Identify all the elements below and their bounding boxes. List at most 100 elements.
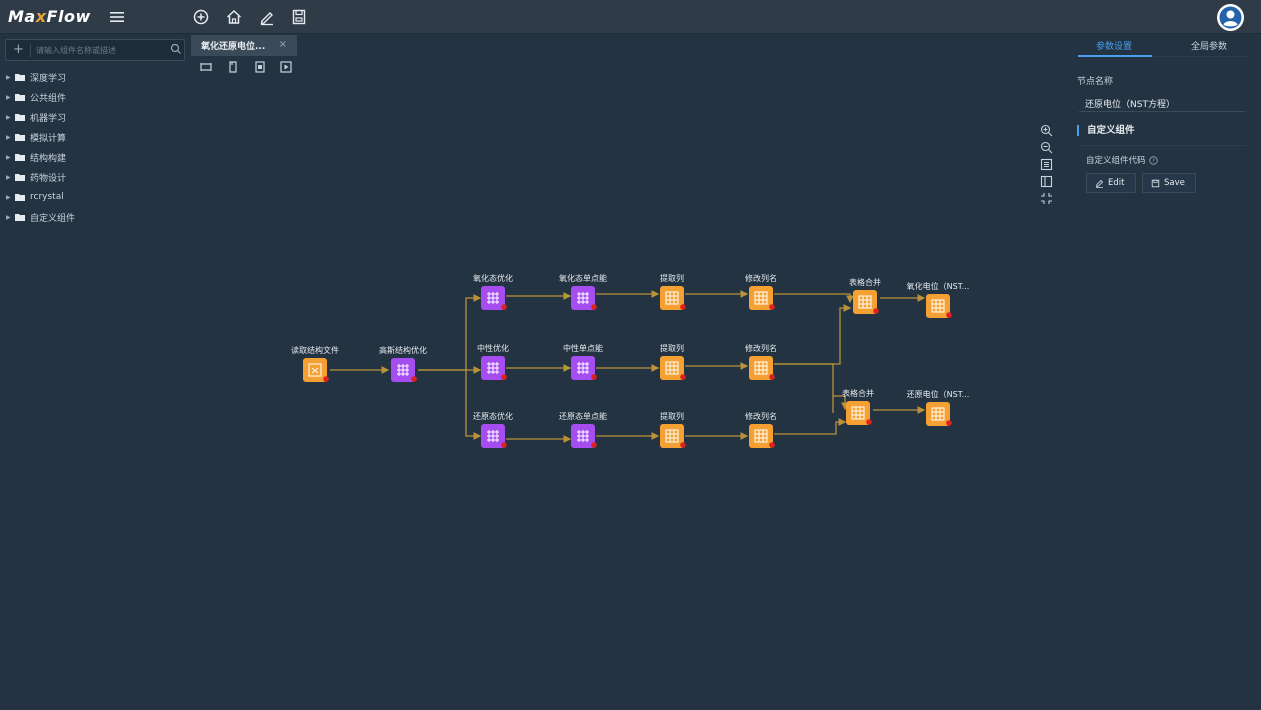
output-port[interactable]: [873, 308, 879, 314]
flow-node-label: 读取结构文件: [291, 345, 339, 355]
output-port[interactable]: [591, 304, 597, 310]
edit-icon[interactable]: [258, 8, 276, 26]
caret-right-icon[interactable]: ▶: [6, 194, 14, 201]
flow-node[interactable]: 表格合并: [842, 388, 874, 425]
app-logo[interactable]: MaxFlow: [8, 7, 91, 26]
caret-right-icon[interactable]: ▶: [6, 174, 14, 181]
output-port[interactable]: [591, 442, 597, 448]
flow-node[interactable]: 表格合并: [849, 277, 881, 314]
layout-icon[interactable]: [1040, 175, 1053, 188]
tree-item-simulation[interactable]: ▶ 模拟计算: [6, 127, 186, 147]
flow-node[interactable]: 修改列名: [745, 273, 777, 310]
output-port[interactable]: [769, 442, 775, 448]
flow-node-label: 提取列: [660, 411, 684, 421]
flow-node[interactable]: 还原电位（NST...: [907, 389, 970, 426]
flow-node[interactable]: 还原态优化: [473, 411, 513, 448]
properties-panel: 参数设置 全局参数 节点名称 还原电位（NST方程） 自定义组件 自定义组件代码…: [1070, 34, 1255, 710]
save-icon: [1151, 179, 1160, 187]
add-circle-icon[interactable]: [192, 8, 210, 26]
tab-global-params[interactable]: 全局参数: [1191, 39, 1227, 52]
tree-item-drug-design[interactable]: ▶ 药物设计: [6, 167, 186, 187]
output-port[interactable]: [411, 376, 417, 382]
close-icon[interactable]: ×: [279, 39, 287, 50]
flow-node[interactable]: 修改列名: [745, 411, 777, 448]
edit-button[interactable]: Edit: [1086, 173, 1136, 193]
caret-right-icon[interactable]: ▶: [6, 154, 14, 161]
copy-icon[interactable]: [226, 60, 240, 74]
flow-canvas[interactable]: 读取结构文件 高斯结构优化 氧化态优化中性优化还原态优化 氧化态单点能中性单点能还原态…: [190, 76, 1070, 710]
collapse-icon[interactable]: [1040, 192, 1053, 205]
caret-right-icon[interactable]: ▶: [6, 214, 14, 221]
caret-right-icon[interactable]: ▶: [6, 94, 14, 101]
flow-node[interactable]: 中性单点能: [563, 343, 603, 380]
tab-params[interactable]: 参数设置: [1096, 39, 1132, 52]
caret-right-icon[interactable]: ▶: [6, 74, 14, 81]
tree-item-label: 模拟计算: [30, 133, 67, 144]
flow-node[interactable]: 还原态单点能: [559, 411, 607, 448]
home-icon[interactable]: [225, 8, 243, 26]
flow-node-label: 高斯结构优化: [379, 345, 427, 355]
tree-item-structure[interactable]: ▶ 结构构建: [6, 147, 186, 167]
tab-label: 氧化还原电位...: [201, 42, 266, 52]
menu-icon[interactable]: [108, 8, 126, 26]
output-port[interactable]: [501, 442, 507, 448]
output-port[interactable]: [866, 419, 872, 425]
flow-node[interactable]: 提取列: [660, 273, 686, 310]
output-port[interactable]: [591, 374, 597, 380]
tab-workflow[interactable]: 氧化还原电位... ×: [191, 35, 297, 56]
tree-item-label: rcrystal: [30, 192, 64, 202]
user-avatar[interactable]: [1217, 4, 1244, 31]
search-input[interactable]: [36, 42, 164, 58]
tree-item-deep-learning[interactable]: ▶ 深度学习: [6, 67, 186, 87]
output-port[interactable]: [769, 374, 775, 380]
zoom-out-icon[interactable]: [1040, 141, 1053, 154]
output-port[interactable]: [769, 304, 775, 310]
help-icon[interactable]: ?: [1148, 155, 1158, 165]
flow-node-label: 中性单点能: [563, 343, 603, 353]
output-port[interactable]: [501, 304, 507, 310]
frame-select-icon[interactable]: [199, 60, 213, 74]
zoom-in-icon[interactable]: [1040, 124, 1053, 137]
save-button[interactable]: Save: [1142, 173, 1196, 193]
search-icon[interactable]: [170, 43, 182, 55]
caret-right-icon[interactable]: ▶: [6, 114, 14, 121]
flow-node-label: 提取列: [660, 343, 684, 353]
folder-icon: [15, 213, 25, 221]
output-port[interactable]: [946, 420, 952, 426]
tree-item-machine-learning[interactable]: ▶ 机器学习: [6, 107, 186, 127]
output-port[interactable]: [501, 374, 507, 380]
folder-icon: [15, 173, 25, 181]
paste-icon[interactable]: [253, 60, 267, 74]
flow-node[interactable]: 提取列: [660, 411, 686, 448]
save-file-icon[interactable]: [290, 8, 308, 26]
tree-item-custom[interactable]: ▶ 自定义组件: [6, 207, 186, 227]
node-name-field[interactable]: 还原电位（NST方程）: [1079, 91, 1245, 112]
tree-item-common[interactable]: ▶ 公共组件: [6, 87, 186, 107]
flow-node-label: 表格合并: [849, 277, 881, 287]
flow-node[interactable]: 中性优化: [477, 343, 509, 380]
active-tab-indicator: [1078, 55, 1152, 57]
caret-right-icon[interactable]: ▶: [6, 134, 14, 141]
flow-diagram[interactable]: 读取结构文件 高斯结构优化 氧化态优化中性优化还原态优化 氧化态单点能中性单点能还原态…: [190, 76, 1070, 710]
flow-node[interactable]: 氧化态单点能: [559, 273, 607, 310]
flow-node[interactable]: 高斯结构优化: [379, 345, 427, 382]
flow-node[interactable]: 读取结构文件: [291, 345, 339, 382]
tree-item-label: 深度学习: [30, 73, 67, 84]
folder-icon: [15, 73, 25, 81]
output-port[interactable]: [323, 376, 329, 382]
flow-node[interactable]: 氧化电位（NST...: [907, 281, 970, 318]
run-icon[interactable]: [279, 60, 293, 74]
fit-view-icon[interactable]: [1040, 158, 1053, 171]
output-port[interactable]: [946, 312, 952, 318]
flow-node[interactable]: 修改列名: [745, 343, 777, 380]
component-tree: ▶ 深度学习 ▶ 公共组件 ▶ 机器学习 ▶ 模拟计算 ▶ 结构构建 ▶ 药物设…: [6, 67, 186, 227]
output-port[interactable]: [680, 374, 686, 380]
flow-node[interactable]: 氧化态优化: [473, 273, 513, 310]
custom-code-text: 自定义组件代码: [1086, 156, 1146, 166]
flow-node[interactable]: 提取列: [660, 343, 686, 380]
flow-nodes[interactable]: 读取结构文件 高斯结构优化 氧化态优化中性优化还原态优化 氧化态单点能中性单点能还原态…: [291, 273, 969, 448]
output-port[interactable]: [680, 442, 686, 448]
tree-item-rcrystal[interactable]: ▶ rcrystal: [6, 187, 186, 207]
output-port[interactable]: [680, 304, 686, 310]
add-icon[interactable]: +: [13, 42, 24, 57]
